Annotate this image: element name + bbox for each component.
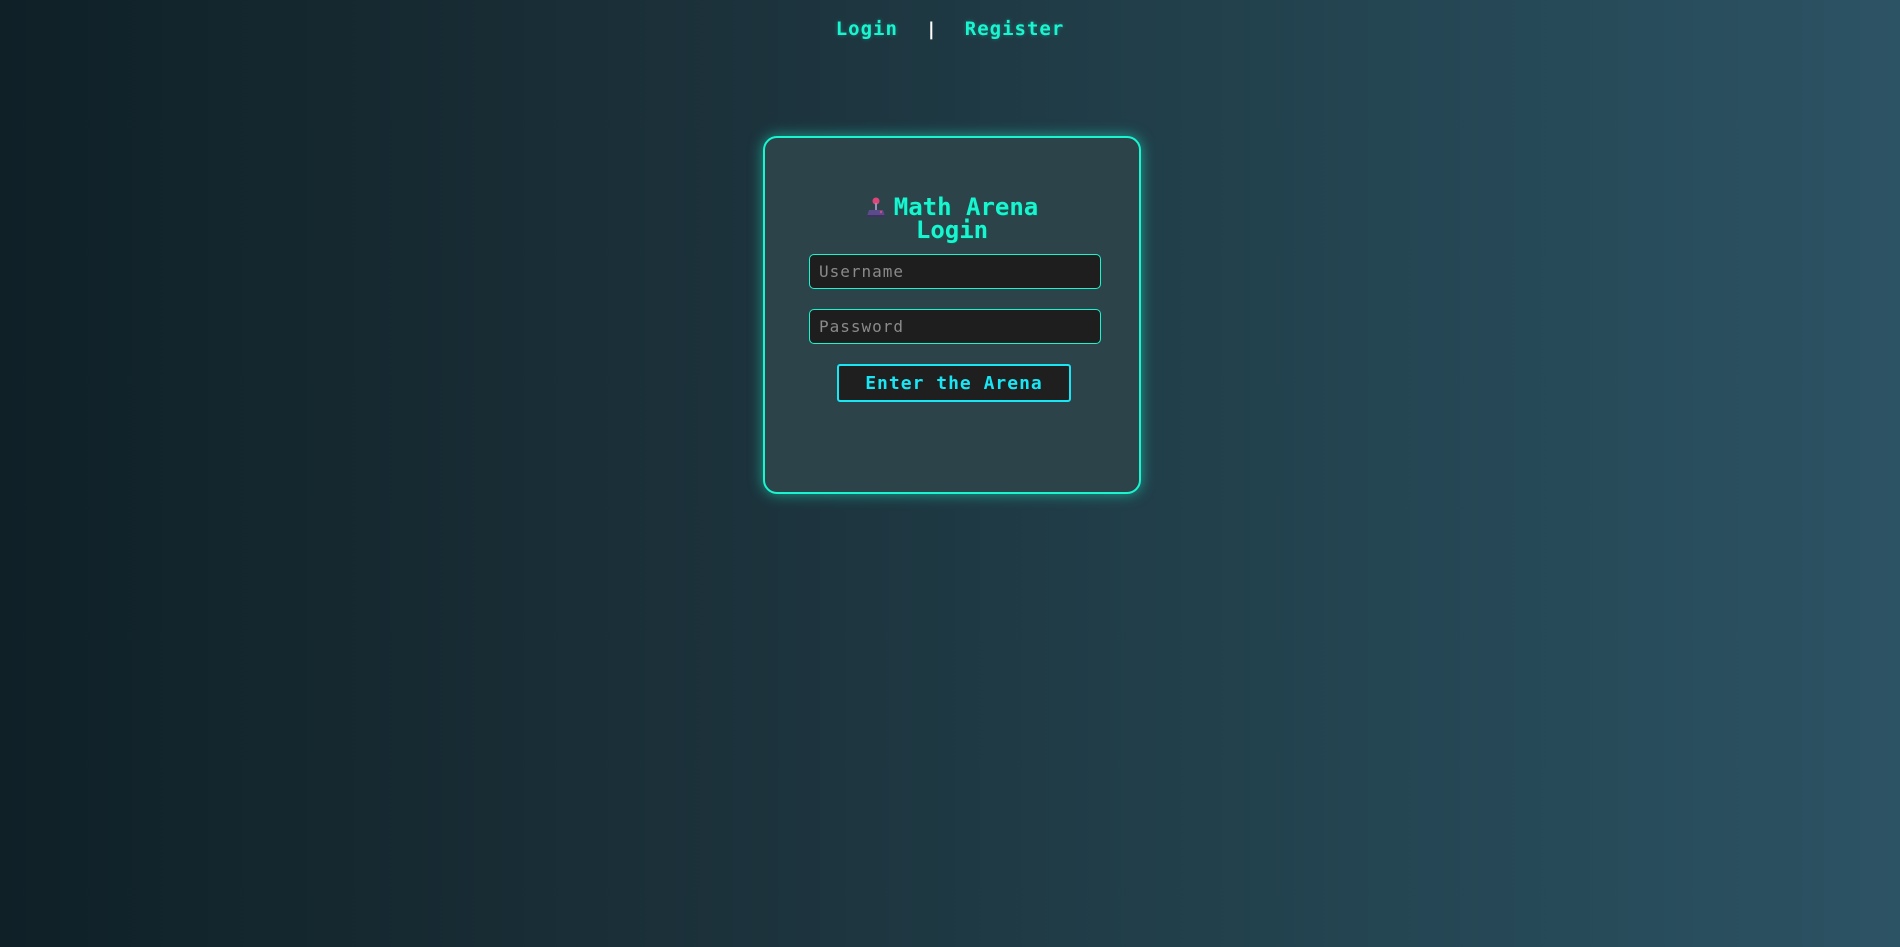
register-link[interactable]: Register (965, 18, 1065, 40)
joystick-icon (866, 196, 886, 218)
password-input[interactable] (809, 309, 1101, 344)
login-title-line2: Login (915, 216, 989, 245)
login-card: Math Arena Login Enter the Arena (763, 136, 1141, 494)
username-input[interactable] (809, 254, 1101, 289)
nav-separator: | (925, 18, 937, 40)
enter-arena-button[interactable]: Enter the Arena (837, 364, 1071, 402)
login-title: Math Arena Login (765, 195, 1139, 245)
login-link[interactable]: Login (836, 18, 898, 40)
top-nav: Login | Register (0, 18, 1900, 40)
